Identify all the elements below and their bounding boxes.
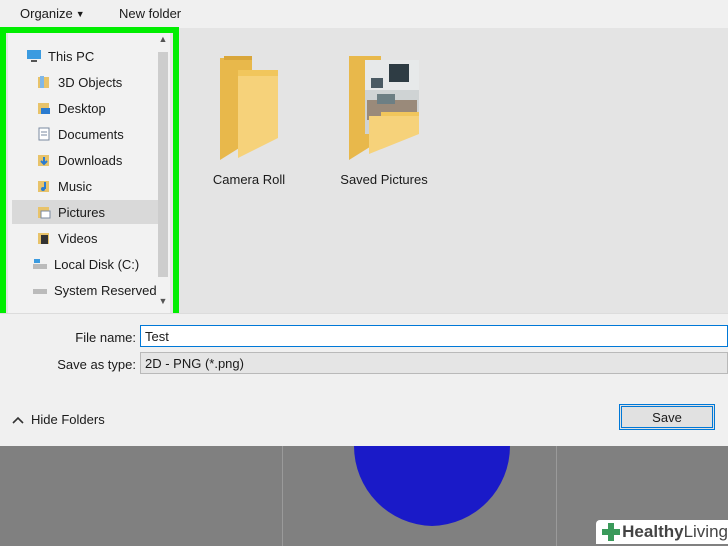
scrollbar-thumb[interactable] — [158, 52, 168, 277]
3d-objects-icon — [36, 75, 52, 89]
nav-item-documents[interactable]: Documents — [36, 122, 176, 146]
nav-item-this-pc[interactable]: This PC — [26, 44, 166, 68]
nav-item-label: Downloads — [58, 152, 123, 168]
nav-item-local-disk[interactable]: Local Disk (C:) — [32, 252, 172, 276]
folder-item-camera-roll[interactable]: Camera Roll — [194, 50, 304, 187]
drive-icon — [32, 283, 48, 297]
watermark-logo: Healthy Living — [596, 520, 728, 544]
nav-item-label: Local Disk (C:) — [54, 256, 140, 272]
file-name-label: File name: — [75, 330, 136, 345]
pictures-icon — [36, 205, 52, 219]
nav-item-label: Music — [58, 178, 92, 194]
organize-label: Organize — [20, 6, 73, 21]
save-type-select[interactable]: 2D - PNG (*.png) — [140, 352, 728, 374]
folder-item-saved-pictures[interactable]: Saved Pictures — [329, 50, 439, 187]
chevron-up-icon — [12, 416, 24, 424]
nav-item-label: Desktop — [58, 100, 106, 116]
downloads-icon — [36, 153, 52, 167]
nav-item-label: This PC — [48, 48, 95, 64]
desktop-icon — [36, 101, 52, 115]
chevron-up-icon[interactable]: ▲ — [158, 34, 168, 44]
chevron-down-icon: ▼ — [75, 9, 85, 19]
nav-item-system-reserved[interactable]: System Reserved — [32, 278, 172, 302]
organize-button[interactable]: Organize ▼ — [20, 6, 85, 21]
nav-item-videos[interactable]: Videos — [36, 226, 176, 250]
save-type-label: Save as type: — [57, 357, 136, 372]
watermark-text: Healthy — [622, 522, 684, 541]
canvas-divider — [556, 446, 557, 546]
blue-circle-shape — [354, 446, 510, 526]
nav-item-label: Videos — [58, 230, 98, 246]
nav-item-downloads[interactable]: Downloads — [36, 148, 176, 172]
save-dialog: Organize ▼ New folder Camera Roll Saved … — [0, 0, 728, 447]
nav-item-label: Documents — [58, 126, 124, 142]
chevron-down-icon[interactable]: ▼ — [158, 296, 168, 306]
watermark-text-light: Living — [683, 522, 728, 541]
nav-item-desktop[interactable]: Desktop — [36, 96, 176, 120]
folder-label: Saved Pictures — [340, 172, 428, 187]
nav-item-3d-objects[interactable]: 3D Objects — [36, 70, 176, 94]
nav-item-pictures[interactable]: Pictures — [12, 200, 160, 224]
nav-item-label: Pictures — [58, 204, 105, 220]
canvas-divider — [282, 446, 283, 546]
folder-with-photo-icon — [349, 56, 419, 160]
drive-icon — [32, 257, 48, 271]
music-icon — [36, 179, 52, 193]
folder-label: Camera Roll — [212, 172, 286, 187]
new-folder-button[interactable]: New folder — [119, 6, 181, 21]
pc-icon — [26, 49, 42, 63]
hide-folders-button[interactable]: Hide Folders — [12, 412, 105, 427]
videos-icon — [36, 231, 52, 245]
nav-item-label: System Reserved — [54, 282, 157, 298]
nav-item-label: 3D Objects — [58, 74, 123, 90]
folder-icon — [220, 56, 278, 160]
documents-icon — [36, 127, 52, 141]
plus-icon — [602, 523, 620, 541]
save-label: Save — [652, 409, 682, 425]
nav-scrollbar[interactable]: ▲ ▼ — [158, 34, 168, 310]
hide-folders-label: Hide Folders — [31, 412, 105, 427]
nav-item-music[interactable]: Music — [36, 174, 176, 198]
navigation-pane: This PC 3D Objects Desktop Documents Dow… — [8, 30, 170, 314]
save-button[interactable]: Save — [619, 404, 715, 430]
toolbar: Organize ▼ New folder — [0, 0, 728, 28]
file-name-field[interactable]: Test — [140, 325, 728, 347]
